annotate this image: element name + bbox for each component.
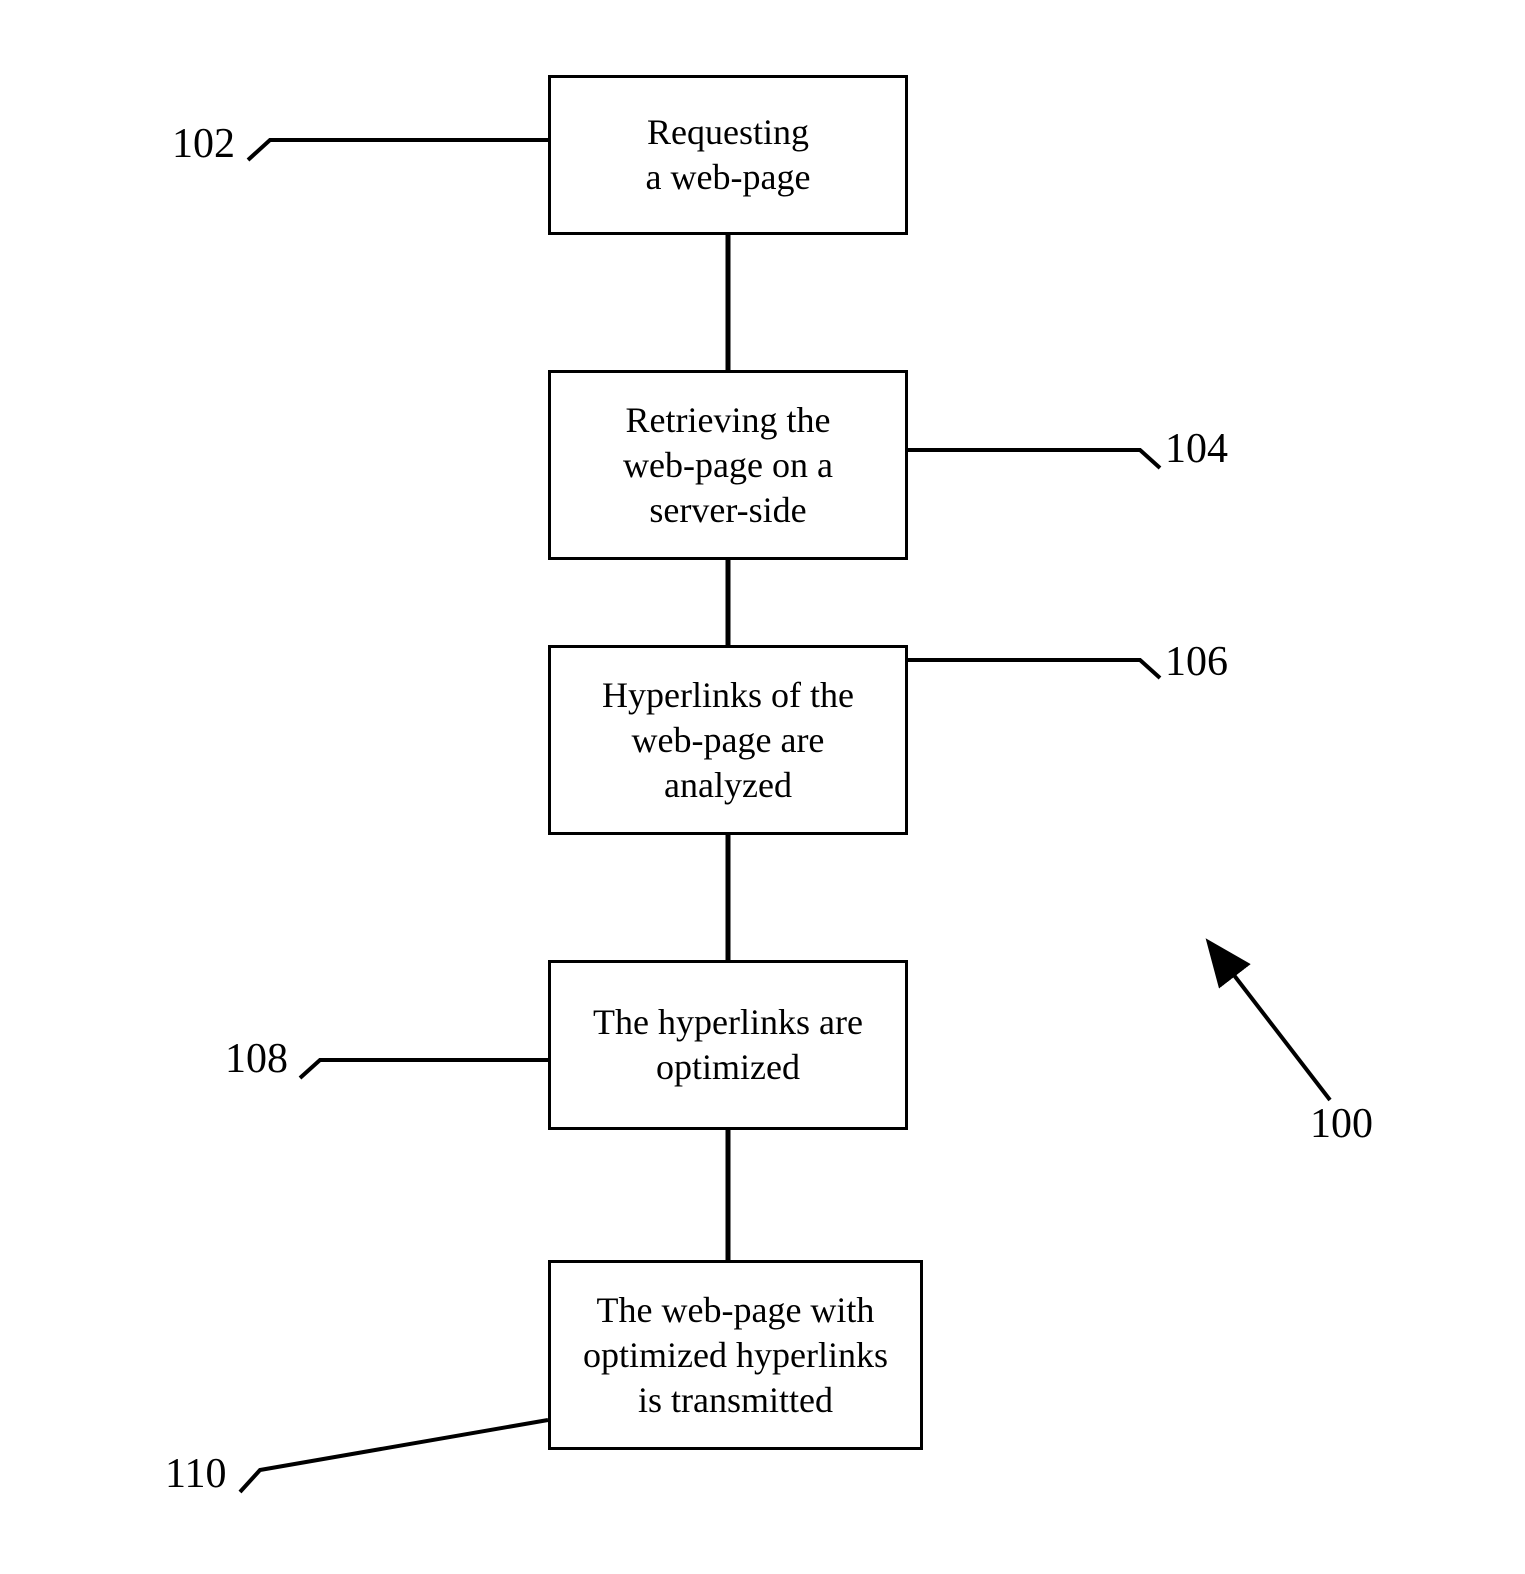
ref-label-100: 100 <box>1310 1100 1373 1148</box>
step-box-110: The web-page withoptimized hyperlinksis … <box>548 1260 923 1450</box>
leader-110 <box>240 1420 548 1492</box>
ref-label-106: 106 <box>1165 638 1228 686</box>
step-box-106: Hyperlinks of theweb-page areanalyzed <box>548 645 908 835</box>
step-text-106: Hyperlinks of theweb-page areanalyzed <box>602 673 854 808</box>
step-box-102: Requestinga web-page <box>548 75 908 235</box>
leader-100-arrow <box>1230 970 1330 1100</box>
ref-label-104: 104 <box>1165 425 1228 473</box>
leader-102 <box>248 140 548 160</box>
leader-108 <box>300 1060 548 1078</box>
step-box-108: The hyperlinks areoptimized <box>548 960 908 1130</box>
step-text-104: Retrieving theweb-page on aserver-side <box>623 398 833 533</box>
step-text-102: Requestinga web-page <box>646 110 811 200</box>
flowchart-canvas: Requestinga web-page Retrieving theweb-p… <box>0 0 1525 1574</box>
ref-label-102: 102 <box>172 120 235 168</box>
step-text-108: The hyperlinks areoptimized <box>593 1000 863 1090</box>
ref-label-110: 110 <box>165 1450 226 1498</box>
ref-label-108: 108 <box>225 1035 288 1083</box>
leader-106 <box>908 660 1160 678</box>
step-text-110: The web-page withoptimized hyperlinksis … <box>583 1288 888 1423</box>
leader-104 <box>908 450 1160 468</box>
step-box-104: Retrieving theweb-page on aserver-side <box>548 370 908 560</box>
